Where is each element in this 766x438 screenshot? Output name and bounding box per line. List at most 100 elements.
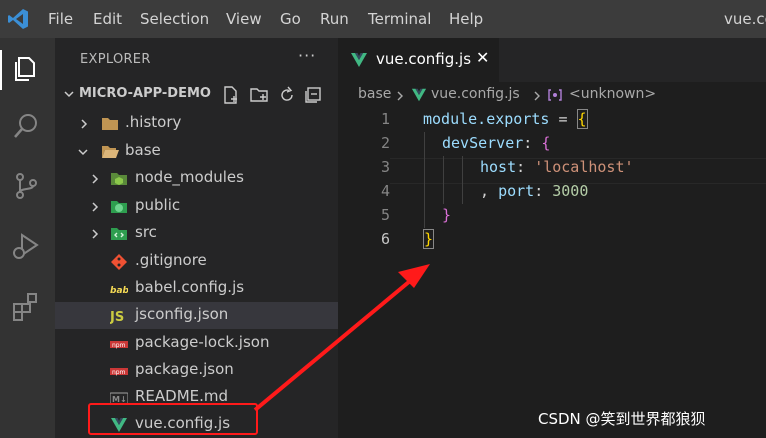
highlight-box <box>88 403 258 435</box>
new-file-icon[interactable] <box>221 85 241 105</box>
chevron-right-icon <box>397 91 403 101</box>
code-token: { <box>541 134 551 152</box>
tree-item-label: package.json <box>135 360 234 378</box>
project-name: MICRO-APP-DEMO <box>79 86 211 101</box>
tree-item-package-lock[interactable]: npm package-lock.json <box>55 330 338 357</box>
code-token: 3000 <box>552 182 589 200</box>
extensions-icon[interactable] <box>10 290 42 322</box>
tree-item-src[interactable]: src <box>55 220 338 247</box>
breadcrumb-symbol[interactable]: <unknown> <box>569 86 656 102</box>
chevron-down-icon <box>78 149 88 156</box>
tree-item-base[interactable]: base <box>55 138 338 165</box>
tree-item-public[interactable]: public <box>55 193 338 220</box>
code-token: host <box>480 158 517 176</box>
svg-text:npm: npm <box>112 369 126 376</box>
tree-item-label: jsconfig.json <box>135 305 229 323</box>
babel-icon: bab <box>110 286 128 296</box>
chevron-right-icon <box>534 91 540 101</box>
tree-item-gitignore[interactable]: .gitignore <box>55 248 338 275</box>
collapse-all-icon[interactable] <box>303 85 323 105</box>
tree-item-package-json[interactable]: npm package.json <box>55 357 338 384</box>
code-token: , <box>480 182 499 200</box>
menu-view[interactable]: View <box>226 10 262 28</box>
tree-item-label: package-lock.json <box>135 333 270 351</box>
indent-guide <box>462 156 463 204</box>
project-header[interactable]: MICRO-APP-DEMO <box>55 84 338 106</box>
code-token: : <box>516 158 535 176</box>
line-number: 4 <box>380 182 390 200</box>
tree-item-history[interactable]: .history <box>55 110 338 137</box>
tree-item-jsconfig[interactable]: JS jsconfig.json <box>55 302 338 329</box>
more-actions-icon[interactable]: ··· <box>298 46 316 65</box>
svg-text:npm: npm <box>112 342 126 349</box>
breadcrumb: base vue.config.js <unknown> <box>338 84 766 106</box>
tab-label: vue.config.js <box>376 50 472 68</box>
window-title: vue.co <box>724 10 766 28</box>
line-number: 5 <box>380 206 390 224</box>
close-icon[interactable]: ✕ <box>476 48 489 67</box>
breadcrumb-folder[interactable]: base <box>358 86 391 102</box>
active-indicator <box>0 50 2 90</box>
menu-selection[interactable]: Selection <box>140 10 209 28</box>
public-folder-icon <box>111 201 127 213</box>
git-icon <box>111 254 127 270</box>
watermark: CSDN @笑到世界都狼狈 <box>538 410 706 428</box>
breadcrumb-file[interactable]: vue.config.js <box>431 86 520 102</box>
new-folder-icon[interactable] <box>249 85 269 105</box>
tree-item-babel-config[interactable]: bab babel.config.js <box>55 275 338 302</box>
tab-bar: vue.config.js ✕ <box>338 38 766 82</box>
code-line-4: , port: 3000 <box>480 182 588 200</box>
node-folder-icon <box>111 173 127 185</box>
svg-text:JS: JS <box>110 310 124 325</box>
tree-item-label: base <box>125 141 161 159</box>
refresh-icon[interactable] <box>277 85 297 105</box>
code-line-3: host: 'localhost' <box>480 158 634 176</box>
svg-text:bab: bab <box>110 286 128 296</box>
code-token: devServer <box>442 134 524 152</box>
chevron-right-icon <box>92 229 99 239</box>
search-icon[interactable] <box>10 110 42 142</box>
tree-item-label: .history <box>125 113 182 131</box>
menu-edit[interactable]: Edit <box>93 10 122 28</box>
menu-terminal[interactable]: Terminal <box>368 10 431 28</box>
code-token: 'localhost' <box>534 158 634 176</box>
explorer-title: EXPLORER <box>80 52 151 67</box>
tree-item-label: .gitignore <box>135 251 207 269</box>
code-token: } <box>442 206 452 224</box>
chevron-right-icon <box>81 119 88 129</box>
tree-item-label: babel.config.js <box>135 278 245 296</box>
menu-go[interactable]: Go <box>280 10 301 28</box>
source-control-icon[interactable] <box>10 170 42 202</box>
code-token: { <box>576 109 588 129</box>
tree-item-label: node_modules <box>135 168 244 186</box>
code-line-5: } <box>442 206 451 224</box>
indent-guide <box>443 156 444 204</box>
menu-file[interactable]: File <box>48 10 73 28</box>
code-line-6: } <box>423 229 435 249</box>
chevron-right-icon <box>92 174 99 184</box>
code-token: port <box>498 182 535 200</box>
tree-item-node-modules[interactable]: node_modules <box>55 165 338 192</box>
activity-bar <box>0 38 55 438</box>
run-debug-icon[interactable] <box>10 230 42 262</box>
vue-icon <box>351 53 367 67</box>
menu-help[interactable]: Help <box>449 10 483 28</box>
indent-guide <box>424 132 425 228</box>
code-token: module.exports <box>423 110 550 128</box>
editor-area: vue.config.js ✕ base vue.config.js <unkn… <box>338 38 766 438</box>
tab-vue-config[interactable]: vue.config.js ✕ <box>338 38 499 82</box>
menu-run[interactable]: Run <box>320 10 349 28</box>
code-token: } <box>423 229 435 249</box>
npm-icon: npm <box>110 341 128 349</box>
line-number: 3 <box>380 158 390 176</box>
line-number: 2 <box>380 134 390 152</box>
vscode-logo-icon <box>8 9 28 29</box>
src-folder-icon <box>111 228 127 240</box>
line-number: 1 <box>380 110 390 128</box>
menu-bar: File Edit Selection View Go Run Terminal… <box>0 0 766 38</box>
js-icon: JS <box>110 310 124 325</box>
code-line-1: module.exports = { <box>423 109 588 129</box>
explorer-files-icon[interactable] <box>10 52 42 84</box>
code-token: = <box>549 110 577 128</box>
code-line-2: devServer: { <box>442 134 550 152</box>
